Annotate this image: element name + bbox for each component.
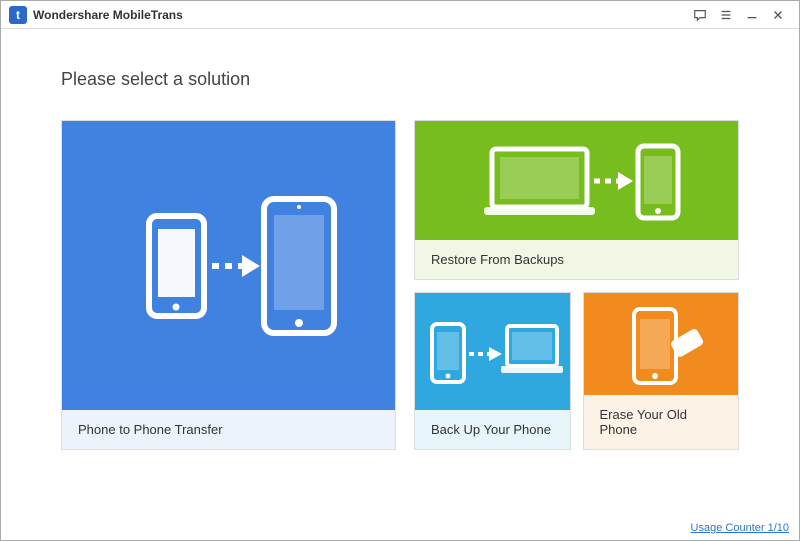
main-content: Please select a solution: [1, 29, 799, 450]
app-logo: t: [9, 6, 27, 24]
tile-back-up-your-phone[interactable]: Back Up Your Phone: [414, 292, 571, 450]
tile-restore-from-backups[interactable]: Restore From Backups: [414, 120, 739, 280]
phone-transfer-icon: [62, 121, 395, 410]
tile-label: Erase Your Old Phone: [584, 395, 739, 449]
erase-icon: [584, 293, 739, 395]
restore-icon: [415, 121, 738, 240]
close-button[interactable]: [765, 5, 791, 25]
solution-grid: Phone to Phone Transfer: [61, 120, 739, 450]
app-title: Wondershare MobileTrans: [33, 8, 183, 22]
minimize-button[interactable]: [739, 5, 765, 25]
menu-icon[interactable]: [713, 5, 739, 25]
tile-phone-to-phone-transfer[interactable]: Phone to Phone Transfer: [61, 120, 396, 450]
titlebar: t Wondershare MobileTrans: [1, 1, 799, 29]
usage-counter-link[interactable]: Usage Counter 1/10: [691, 522, 789, 534]
tile-label: Back Up Your Phone: [415, 410, 570, 449]
backup-icon: [415, 293, 570, 410]
tile-label: Restore From Backups: [415, 240, 738, 279]
page-heading: Please select a solution: [61, 69, 739, 90]
feedback-icon[interactable]: [687, 5, 713, 25]
tile-label: Phone to Phone Transfer: [62, 410, 395, 449]
tile-erase-your-old-phone[interactable]: Erase Your Old Phone: [583, 292, 740, 450]
